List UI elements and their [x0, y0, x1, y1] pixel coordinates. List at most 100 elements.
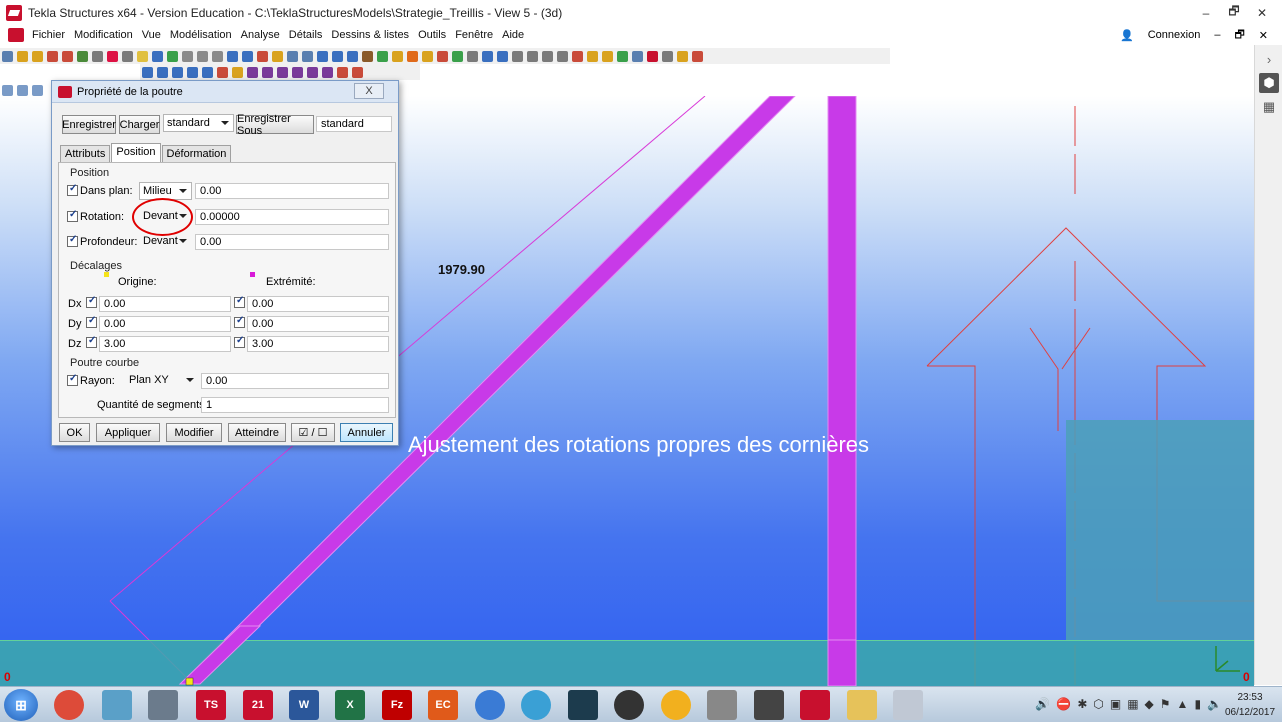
dz-origin-checkbox[interactable]	[86, 335, 97, 348]
toolbar-icon[interactable]	[137, 50, 148, 62]
toolbar-icon[interactable]	[572, 50, 583, 62]
toolbar-icon[interactable]	[337, 66, 348, 78]
toolbar-icon[interactable]	[362, 50, 373, 62]
speaker-icon[interactable]: 🔈	[1207, 697, 1222, 711]
attribute-set-select[interactable]: standard	[163, 114, 234, 132]
tekla-menu-icon[interactable]	[8, 28, 24, 42]
blocked-icon[interactable]: ⛔	[1056, 697, 1071, 711]
toolbar-icon[interactable]	[407, 50, 418, 62]
menu-fenetre[interactable]: Fenêtre	[455, 29, 493, 41]
toolbar-icon[interactable]	[152, 50, 163, 62]
excel-icon[interactable]: X	[335, 690, 365, 720]
get-button[interactable]: Atteindre	[228, 423, 286, 442]
flag-icon[interactable]: ⚑	[1160, 697, 1171, 711]
toolbar-icon[interactable]	[632, 50, 643, 62]
toolbar-icon[interactable]	[617, 50, 628, 62]
volume-icon[interactable]: 🔊	[1035, 697, 1050, 711]
toolbar-icon[interactable]	[437, 50, 448, 62]
save-as-name-input[interactable]: standard	[316, 116, 392, 132]
dy-origin-checkbox[interactable]	[86, 315, 97, 328]
toolbar-icon[interactable]	[302, 50, 313, 62]
dialog-close-button[interactable]: X	[354, 83, 384, 99]
toolbar-icon[interactable]	[452, 50, 463, 62]
menu-dessins-listes[interactable]: Dessins & listes	[331, 29, 409, 41]
toolbar-icon[interactable]	[262, 66, 273, 78]
toolbar-icon[interactable]	[2, 84, 13, 96]
menu-details[interactable]: Détails	[289, 29, 323, 41]
network-signal-icon[interactable]: ▲	[1177, 697, 1189, 711]
network-icon[interactable]	[521, 690, 551, 720]
save-button[interactable]: Enregistrer	[62, 115, 116, 134]
toolbar-icon[interactable]	[242, 50, 253, 62]
toolbar-icon[interactable]	[187, 66, 198, 78]
grid-plus-icon[interactable]: ▦	[1259, 97, 1279, 117]
tab-deformation[interactable]: Déformation	[161, 145, 232, 162]
camera-icon[interactable]	[707, 690, 737, 720]
tab-position[interactable]: Position	[111, 143, 161, 162]
dz-end-checkbox[interactable]	[234, 335, 245, 348]
dx-origin-input[interactable]: 0.00	[99, 296, 231, 312]
dy-origin-input[interactable]: 0.00	[99, 316, 231, 332]
depth-input[interactable]: 0.00	[195, 234, 389, 250]
app-tray-icon[interactable]: ▦	[1127, 697, 1138, 711]
calculator-icon[interactable]	[148, 690, 178, 720]
toolbar-icon[interactable]	[32, 84, 43, 96]
toolbar-icon[interactable]	[422, 50, 433, 62]
radius-checkbox[interactable]	[67, 373, 78, 386]
doc-minimize-button[interactable]: –	[1214, 29, 1220, 41]
menu-modelisation[interactable]: Modélisation	[170, 29, 232, 41]
dx-origin-checkbox[interactable]	[86, 295, 97, 308]
filezilla-icon[interactable]: Fz	[382, 690, 412, 720]
dialog-title-bar[interactable]: Propriété de la poutre X	[52, 81, 398, 103]
cancel-button[interactable]: Annuler	[340, 423, 393, 442]
restore-button[interactable]: 🗗	[1220, 2, 1248, 23]
connexion-link[interactable]: Connexion	[1148, 29, 1201, 41]
toolbar-icon[interactable]	[47, 50, 58, 62]
toolbar-icon[interactable]	[307, 66, 318, 78]
toolbar-icon[interactable]	[92, 50, 103, 62]
eclipse-icon[interactable]: EC	[428, 690, 458, 720]
save-as-button[interactable]: Enregistrer Sous	[236, 113, 314, 137]
ok-button[interactable]: OK	[59, 423, 90, 442]
start-button[interactable]: ⊞	[4, 689, 38, 721]
toolbar-icon[interactable]	[482, 50, 493, 62]
toolbar-icon[interactable]	[352, 66, 363, 78]
toolbar-icon[interactable]	[212, 50, 223, 62]
toolbar-icon[interactable]	[587, 50, 598, 62]
toolbar-icon[interactable]	[377, 50, 388, 62]
toolbar-icon[interactable]	[32, 50, 43, 62]
toolbar-icon[interactable]	[557, 50, 568, 62]
menu-outils[interactable]: Outils	[418, 29, 446, 41]
toolbar-icon[interactable]	[662, 50, 673, 62]
toolbar-icon[interactable]	[692, 50, 703, 62]
origin-handle[interactable]	[185, 677, 194, 686]
snipping-icon[interactable]	[893, 690, 923, 720]
toolbar-icon[interactable]	[287, 50, 298, 62]
toolbar-icon[interactable]	[157, 66, 168, 78]
hilti-icon[interactable]	[800, 690, 830, 720]
toolbar-icon[interactable]	[227, 50, 238, 62]
toolbar-icon[interactable]	[172, 66, 183, 78]
toolbar-icon[interactable]	[197, 50, 208, 62]
load-button[interactable]: Charger	[119, 115, 160, 134]
toolbar-icon[interactable]	[497, 50, 508, 62]
toolbar-icon[interactable]	[347, 50, 358, 62]
toolbar-icon[interactable]	[77, 50, 88, 62]
word-icon[interactable]: W	[289, 690, 319, 720]
minimize-button[interactable]: –	[1192, 6, 1220, 20]
sync-icon[interactable]: ⬡	[1093, 697, 1103, 711]
toolbar-icon[interactable]	[292, 66, 303, 78]
dy-end-input[interactable]: 0.00	[247, 316, 389, 332]
chevron-right-icon[interactable]: ›	[1259, 49, 1279, 69]
bluetooth-icon[interactable]: ✱	[1077, 697, 1087, 711]
doc-restore-button[interactable]: 🗗	[1234, 26, 1244, 45]
terminal-icon[interactable]	[568, 690, 598, 720]
display-icon[interactable]: ▣	[1110, 697, 1121, 711]
files-icon[interactable]	[102, 690, 132, 720]
toolbar-icon[interactable]	[512, 50, 523, 62]
security-icon[interactable]: ◆	[1145, 697, 1154, 711]
toolbar-icon[interactable]	[247, 66, 258, 78]
depth-checkbox[interactable]	[67, 234, 78, 247]
dz-end-input[interactable]: 3.00	[247, 336, 389, 352]
toolbar-icon[interactable]	[542, 50, 553, 62]
